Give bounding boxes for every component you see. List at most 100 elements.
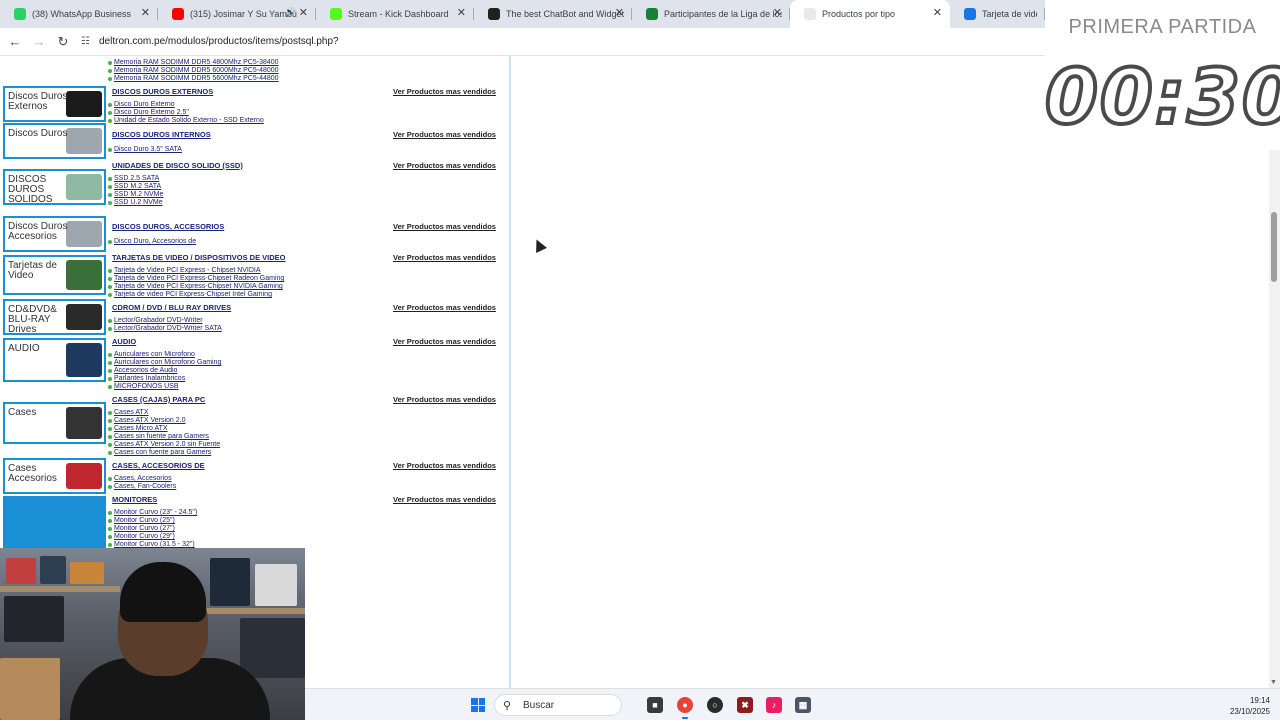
category-title-link[interactable]: DISCOS DUROS INTERNOS [112, 130, 211, 139]
category-thumbnail[interactable]: CD&DVD& BLU-RAY Drives [3, 299, 106, 335]
subcategory-link[interactable]: SSD M.2 NVMe [108, 191, 163, 199]
tab-close-icon[interactable]: ✕ [141, 7, 150, 19]
calculator-icon[interactable]: ▦ [795, 697, 811, 713]
subcategory-link[interactable]: Disco Duro Externo 2.5" [108, 109, 264, 117]
browser-tab[interactable]: Participantes de la Liga de los ✕ [632, 0, 790, 28]
system-clock[interactable]: 19:14 23/10/2025 [1230, 695, 1270, 717]
reload-button[interactable]: ↻ [51, 30, 75, 54]
subcategory-link[interactable]: Cases ATX [108, 409, 220, 417]
category-title-link[interactable]: TARJETAS DE VIDEO / DISPOSITIVOS DE VIDE… [112, 253, 286, 262]
subcategory-link[interactable]: SSD 2.5 SATA [108, 175, 163, 183]
category-thumbnail[interactable]: AUDIO [3, 338, 106, 382]
subcategory-link[interactable]: Memoria RAM SODIMM DDR5 6000Mhz PC5-4800… [108, 67, 279, 75]
browser-tab[interactable]: The best ChatBot and Widgets ✕ [474, 0, 632, 28]
subcategory-link[interactable]: Cases sin fuente para Gamers [108, 433, 220, 441]
best-sellers-link[interactable]: Ver Productos mas vendidos [393, 495, 496, 504]
subcategory-link[interactable]: Disco Duro, Accesorios de [108, 238, 196, 246]
person-hair [120, 562, 206, 622]
subcategory-link[interactable]: Auriculares con Microfono [108, 351, 221, 359]
best-sellers-link[interactable]: Ver Productos mas vendidos [393, 161, 496, 170]
subcategory-link[interactable]: SSD M.2 SATA [108, 183, 163, 191]
category-thumbnail[interactable]: Discos Duros [3, 123, 106, 159]
tab-sound-icon[interactable]: 🔊 [285, 7, 296, 18]
browser-tab[interactable]: Tarjeta de vide [950, 0, 1045, 28]
subcategory-link[interactable]: MICROFONOS USB [108, 383, 221, 391]
category-title-link[interactable]: UNIDADES DE DISCO SOLIDO (SSD) [112, 161, 243, 170]
category-thumbnail[interactable]: Discos Duros Accesorios [3, 216, 106, 252]
scroll-down-icon[interactable]: ▼ [1270, 679, 1277, 686]
category-thumbnail[interactable]: Discos Duros Externos [3, 86, 106, 122]
browser-tab[interactable]: (38) WhatsApp Business ✕ [0, 0, 158, 28]
subcategory-link[interactable]: Lector/Grabador DVD-Writer SATA [108, 325, 222, 333]
best-sellers-link[interactable]: Ver Productos mas vendidos [393, 337, 496, 346]
subcategory-link[interactable]: Tarjeta de Video PCI Express - Chipset N… [108, 267, 284, 275]
subcategory-link[interactable]: Lector/Grabador DVD-Writer [108, 317, 222, 325]
category-title-link[interactable]: DISCOS DUROS EXTERNOS [112, 87, 213, 96]
subcategory-link[interactable]: Memoria RAM SODIMM DDR5 4800Mhz PC5-3840… [108, 59, 279, 67]
obs-icon[interactable]: ○ [707, 697, 723, 713]
subcategory-link[interactable]: Monitor Curvo (29") [108, 533, 197, 541]
category-thumbnail[interactable] [3, 496, 106, 548]
page-scrollbar[interactable]: ▲ ▼ [1269, 56, 1280, 688]
subcategory-link[interactable]: Unidad de Estado Solido Externo - SSD Ex… [108, 117, 264, 125]
product-box [210, 558, 250, 606]
tab-close-icon[interactable]: ✕ [299, 7, 308, 19]
subcategory-link[interactable]: Cases, Accesorios [108, 475, 176, 483]
start-button[interactable] [471, 698, 485, 712]
best-sellers-link[interactable]: Ver Productos mas vendidos [393, 87, 496, 96]
forward-button[interactable]: → [27, 30, 51, 54]
subcategory-link[interactable]: SSD U.2 NVMe [108, 199, 163, 207]
category-title-link[interactable]: AUDIO [112, 337, 136, 346]
category-title-link[interactable]: MONITORES [112, 495, 157, 504]
best-sellers-link[interactable]: Ver Productos mas vendidos [393, 461, 496, 470]
subcategory-link[interactable]: Tarjeta de video PCI Express-Chipset Int… [108, 291, 284, 299]
browser-tab[interactable]: (315) Josimar Y Su Yambú 🔊 ✕ [158, 0, 316, 28]
best-sellers-link[interactable]: Ver Productos mas vendidos [393, 303, 496, 312]
tab-close-icon[interactable]: ✕ [615, 7, 624, 19]
category-thumbnail[interactable]: DISCOS DUROS SOLIDOS INTERNOS [3, 169, 106, 205]
subcategory-link[interactable]: Auriculares con Microfono Gaming [108, 359, 221, 367]
site-info-icon[interactable]: ☷ [81, 36, 95, 47]
subcategory-link[interactable]: Cases ATX Version 2.0 sin Fuente [108, 441, 220, 449]
category-thumbnail[interactable]: Cases Accesorios [3, 458, 106, 494]
tiktok-icon[interactable]: ♪ [766, 697, 782, 713]
tab-close-icon[interactable]: ✕ [773, 7, 782, 19]
category-title-link[interactable]: CASES (CAJAS) PARA PC [112, 395, 205, 404]
back-button[interactable]: ← [3, 30, 27, 54]
category-title-link[interactable]: DISCOS DUROS, ACCESORIOS [112, 222, 224, 231]
subcategory-link[interactable]: Memoria RAM SODIMM DDR5 5600Mhz PC5-4480… [108, 75, 279, 83]
capcut-icon[interactable]: ✖ [737, 697, 753, 713]
taskbar-search[interactable]: ⚲ Buscar [494, 694, 622, 716]
subcategory-list: Monitor Curvo (23" - 24.5") Monitor Curvo… [108, 509, 197, 549]
address-bar[interactable]: ☷ deltron.com.pe/modulos/productos/items… [81, 31, 1045, 53]
category-title-link[interactable]: CASES, ACCESORIOS DE [112, 461, 205, 470]
category-thumbnail[interactable]: Cases [3, 402, 106, 444]
best-sellers-link[interactable]: Ver Productos mas vendidos [393, 130, 496, 139]
subcategory-link[interactable]: Monitor Curvo (25") [108, 517, 197, 525]
category-title-link[interactable]: CDROM / DVD / BLU RAY DRIVES [112, 303, 231, 312]
category-thumbnail[interactable]: Tarjetas de Video [3, 255, 106, 295]
browser-tab[interactable]: Productos por tipo ✕ [790, 0, 950, 28]
subcategory-list: Disco Duro, Accesorios de [108, 238, 196, 246]
browser-tab[interactable]: Stream - Kick Dashboard ✕ [316, 0, 474, 28]
subcategory-link[interactable]: Tarjeta de Video PCI Express-Chipset NVI… [108, 283, 284, 291]
subcategory-link[interactable]: Parlantes Inalambricos [108, 375, 221, 383]
chrome-icon[interactable]: ● [677, 697, 693, 713]
subcategory-link[interactable]: Accesorios de Audio [108, 367, 221, 375]
subcategory-link[interactable]: Tarjeta de Video PCI Express-Chipset Rad… [108, 275, 284, 283]
subcategory-link[interactable]: Monitor Curvo (27") [108, 525, 197, 533]
subcategory-link[interactable]: Disco Duro 3.5" SATA [108, 146, 182, 154]
best-sellers-link[interactable]: Ver Productos mas vendidos [393, 253, 496, 262]
subcategory-link[interactable]: Cases Micro ATX [108, 425, 220, 433]
subcategory-link[interactable]: Cases, Fan-Coolers [108, 483, 176, 491]
subcategory-link[interactable]: Cases ATX Version 2.0 [108, 417, 220, 425]
subcategory-link[interactable]: Disco Duro Externo [108, 101, 264, 109]
scrollbar-thumb[interactable] [1271, 212, 1277, 282]
tab-close-icon[interactable]: ✕ [933, 7, 942, 19]
tab-close-icon[interactable]: ✕ [457, 7, 466, 19]
subcategory-link[interactable]: Cases con fuente para Gamers [108, 449, 220, 457]
best-sellers-link[interactable]: Ver Productos mas vendidos [393, 222, 496, 231]
file-explorer-icon[interactable]: ■ [647, 697, 663, 713]
best-sellers-link[interactable]: Ver Productos mas vendidos [393, 395, 496, 404]
subcategory-link[interactable]: Monitor Curvo (23" - 24.5") [108, 509, 197, 517]
